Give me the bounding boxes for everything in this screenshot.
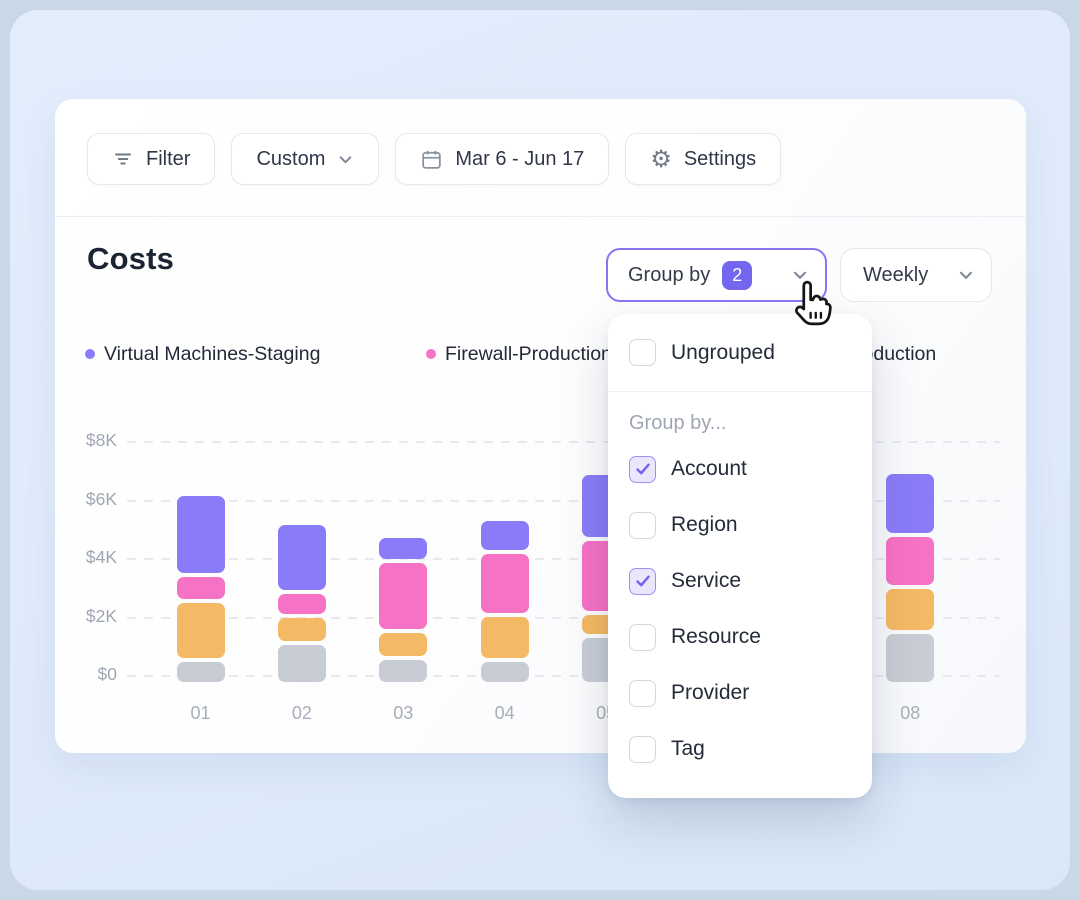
y-axis-tick-label: $6K: [55, 489, 117, 510]
checkbox-checked[interactable]: [629, 456, 656, 483]
legend-item[interactable]: Firewall-Production: [426, 340, 612, 368]
checkbox-unchecked[interactable]: [629, 680, 656, 707]
y-axis-tick-label: $2K: [55, 606, 117, 627]
bar-segment-virtual-machines-staging[interactable]: [177, 496, 225, 574]
dropdown-option-tag[interactable]: Tag: [608, 721, 872, 777]
gear-icon: ⚙: [650, 147, 672, 171]
costs-card: Filter Custom Mar 6 - Jun 17 ⚙ Settings …: [55, 99, 1026, 753]
bar-segment-unknown-b-legend-hidden-[interactable]: [278, 618, 326, 641]
bar-segment-firewall-production[interactable]: [278, 594, 326, 614]
checkbox-unchecked[interactable]: [629, 624, 656, 651]
bar-segment-unknown-b-legend-hidden-[interactable]: [177, 603, 225, 657]
filter-icon: [112, 148, 134, 170]
y-axis-tick-label: $4K: [55, 547, 117, 568]
app-background: { "theme": { "accent_purple": "#8577f2",…: [0, 0, 1080, 900]
dropdown-option-label: Region: [671, 513, 738, 537]
section-divider: [55, 216, 1026, 217]
dropdown-option-label: Ungrouped: [671, 341, 775, 365]
dropdown-option-label: Provider: [671, 681, 749, 705]
bar-segment-virtual-machines-staging[interactable]: [481, 521, 529, 550]
dropdown-option-label: Service: [671, 569, 741, 593]
bar-segment-virtual-machines-staging[interactable]: [379, 538, 427, 558]
group-by-dropdown-menu: Ungrouped Group by... Account Region Servi…: [608, 314, 872, 798]
dropdown-option-label: Resource: [671, 625, 761, 649]
custom-range-select[interactable]: Custom: [231, 133, 379, 185]
x-axis-tick-label: 04: [481, 703, 529, 724]
bar-segment-unknown-a-legend-hidden-[interactable]: [177, 662, 225, 682]
dropdown-option-service[interactable]: Service: [608, 553, 872, 609]
toolbar: Filter Custom Mar 6 - Jun 17 ⚙ Settings: [87, 133, 781, 185]
bar-segment-firewall-production[interactable]: [481, 554, 529, 613]
chevron-down-icon: [337, 151, 354, 168]
bar-segment-unknown-b-legend-hidden-[interactable]: [481, 617, 529, 658]
bar-segment-unknown-b-legend-hidden-[interactable]: [886, 589, 934, 630]
filter-button[interactable]: Filter: [87, 133, 215, 185]
dropdown-divider: [608, 391, 872, 392]
group-by-count-badge: 2: [722, 261, 752, 290]
group-by-label: Group by: [628, 264, 710, 287]
dropdown-option-label: Account: [671, 457, 747, 481]
period-select[interactable]: Weekly: [840, 248, 992, 302]
legend-item[interactable]: Virtual Machines-Staging: [85, 340, 320, 368]
settings-label: Settings: [684, 148, 756, 171]
bar-segment-firewall-production[interactable]: [379, 563, 427, 629]
filter-label: Filter: [146, 148, 190, 171]
calendar-icon: [420, 148, 443, 171]
checkbox-unchecked[interactable]: [629, 736, 656, 763]
bar-segment-unknown-a-legend-hidden-[interactable]: [278, 645, 326, 682]
date-range-label: Mar 6 - Jun 17: [455, 148, 584, 171]
x-axis-tick-label: 02: [278, 703, 326, 724]
x-axis-tick-label: 03: [379, 703, 427, 724]
checkbox-checked[interactable]: [629, 568, 656, 595]
page-title: Costs: [87, 241, 174, 277]
legend-label: Virtual Machines-Staging: [104, 343, 320, 366]
dropdown-option-resource[interactable]: Resource: [608, 609, 872, 665]
x-axis-tick-label: 01: [177, 703, 225, 724]
period-label: Weekly: [863, 264, 928, 287]
bar-segment-firewall-production[interactable]: [886, 537, 934, 585]
bar-segment-unknown-a-legend-hidden-[interactable]: [481, 662, 529, 682]
settings-button[interactable]: ⚙ Settings: [625, 133, 781, 185]
checkbox-unchecked[interactable]: [629, 339, 656, 366]
custom-label: Custom: [256, 148, 325, 171]
chevron-down-icon: [791, 266, 809, 284]
bar-segment-virtual-machines-staging[interactable]: [886, 474, 934, 533]
dropdown-option-provider[interactable]: Provider: [608, 665, 872, 721]
bar-segment-unknown-b-legend-hidden-[interactable]: [379, 633, 427, 656]
x-axis-tick-label: 08: [886, 703, 934, 724]
dropdown-section-label: Group by...: [629, 412, 851, 435]
chevron-down-icon: [957, 266, 975, 284]
dropdown-option-ungrouped[interactable]: Ungrouped: [608, 314, 872, 391]
group-by-button[interactable]: Group by 2: [606, 248, 827, 302]
bar-segment-firewall-production[interactable]: [177, 577, 225, 599]
checkbox-unchecked[interactable]: [629, 512, 656, 539]
bar-segment-unknown-a-legend-hidden-[interactable]: [379, 660, 427, 682]
legend-dot-icon: [85, 349, 95, 359]
date-range-button[interactable]: Mar 6 - Jun 17: [395, 133, 609, 185]
bar-segment-virtual-machines-staging[interactable]: [278, 525, 326, 589]
dropdown-option-account[interactable]: Account: [608, 441, 872, 497]
legend-label: Firewall-Production: [445, 343, 612, 366]
legend-dot-icon: [426, 349, 436, 359]
y-axis-tick-label: $0: [55, 664, 117, 685]
dropdown-option-region[interactable]: Region: [608, 497, 872, 553]
y-axis-tick-label: $8K: [55, 430, 117, 451]
bar-segment-unknown-a-legend-hidden-[interactable]: [886, 634, 934, 682]
dropdown-option-label: Tag: [671, 737, 705, 761]
